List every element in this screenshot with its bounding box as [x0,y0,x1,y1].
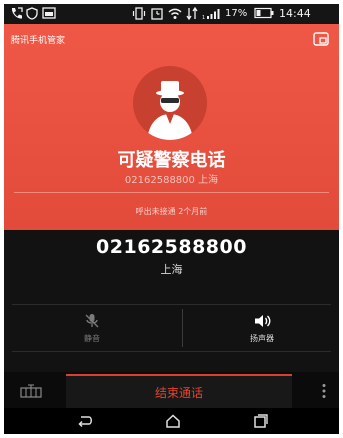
app-label: 腾讯手机管家 [11,36,66,46]
phone-number: 02162588800 [96,236,247,258]
speaker-button[interactable]: 扬声器 [182,305,339,351]
status-bar: 1 17% 14:44 [4,4,339,24]
call-control-bar: 结束通话 [4,372,339,408]
shield-icon [26,7,38,20]
battery-percent: 17% [225,8,248,19]
recents-icon[interactable] [252,413,270,429]
signal-icon: 1 [202,9,220,20]
call-record: 呼出未接通 2个月前 [135,207,208,216]
divider [14,192,329,193]
phone-location: 上海 [160,263,183,276]
clock-time: 14:44 [279,7,311,20]
mute-button[interactable]: 静音 [12,305,172,351]
home-icon[interactable] [164,413,182,429]
mute-mic-icon [85,314,99,328]
speaker-icon [255,315,271,327]
image-icon [42,7,56,19]
end-call-label: 结束通话 [154,386,203,400]
more-vertical-icon[interactable] [321,383,327,399]
wifi-icon [168,8,182,19]
caller-title: 可疑警察电话 [117,150,226,171]
battery-icon [254,7,274,19]
mute-label: 静音 [84,334,100,343]
navigation-bar [4,408,339,434]
caller-header: 腾讯手机管家 可疑警察电话 02162588800 上海 呼出未接通 2个月前 [4,24,339,230]
alarm-icon [151,8,163,20]
speaker-label: 扬声器 [250,334,274,343]
svg-text:1: 1 [202,15,205,20]
data-transfer-icon [186,7,198,20]
caller-avatar [133,66,207,140]
end-call-button[interactable]: 结束通话 [66,374,292,408]
phone-screen: 1 17% 14:44 腾讯手机管家 可疑警察电话 02162588800 上海… [4,4,339,434]
minimize-window-icon[interactable] [313,32,329,46]
caller-number-location: 02162588800 上海 [124,175,219,186]
anonymous-agent-icon [147,81,193,140]
vibrate-icon [132,7,146,20]
dialpad-icon[interactable] [20,384,42,398]
back-icon[interactable] [76,413,94,429]
call-in-progress-icon [11,7,23,19]
call-actions: 静音 扬声器 [12,304,331,352]
